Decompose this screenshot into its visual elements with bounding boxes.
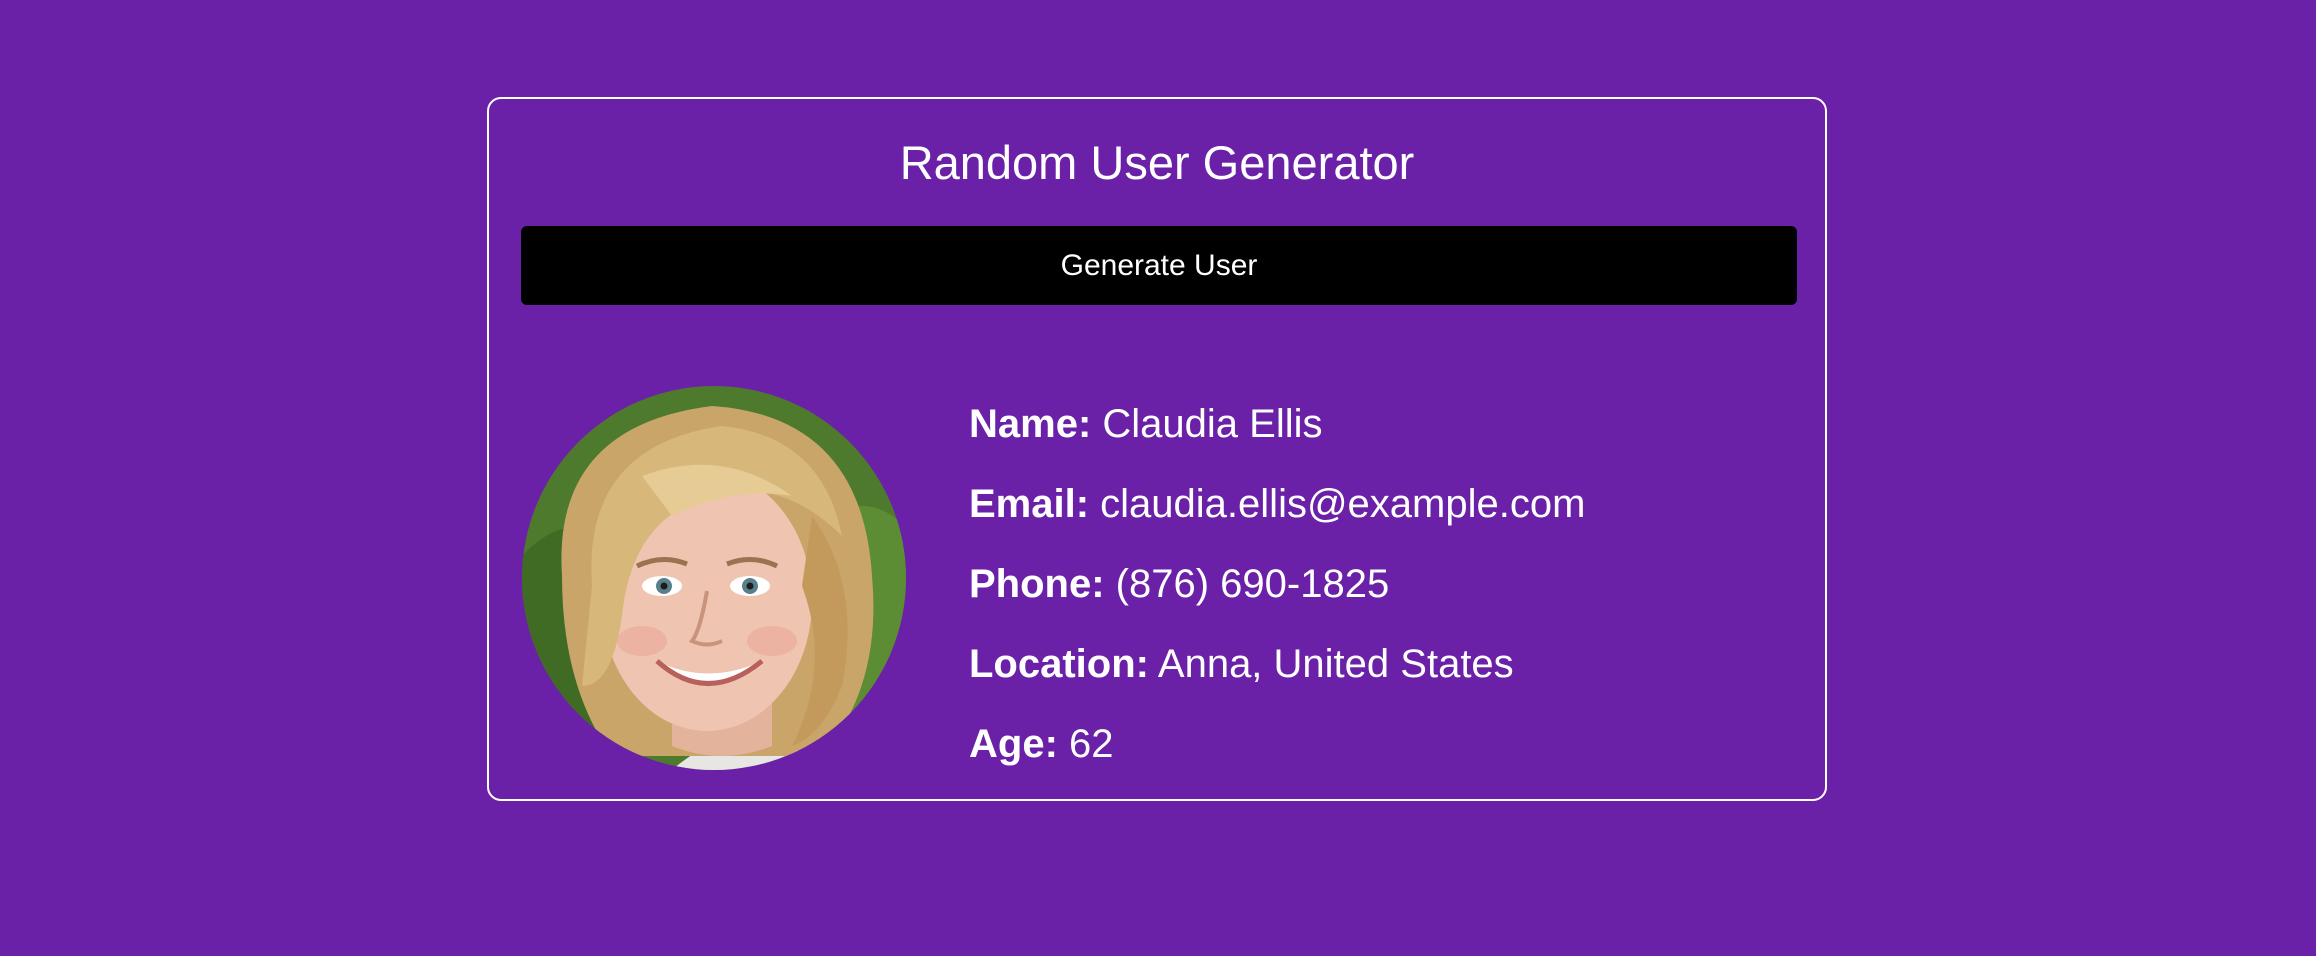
- user-portrait-photo: [522, 386, 906, 770]
- detail-value-location: Anna, United States: [1157, 642, 1514, 686]
- user-details: Name: Claudia Ellis Email: claudia.ellis…: [969, 384, 1789, 784]
- detail-value-phone: (876) 690-1825: [1115, 562, 1390, 606]
- avatar: [522, 386, 906, 770]
- detail-row-name: Name: Claudia Ellis: [969, 384, 1789, 464]
- detail-label-location: Location:: [969, 642, 1149, 686]
- detail-label-name: Name:: [969, 402, 1092, 446]
- detail-value-age: 62: [1069, 722, 1114, 766]
- generate-user-button[interactable]: Generate User: [521, 226, 1797, 305]
- detail-value-email: claudia.ellis@example.com: [1100, 482, 1586, 526]
- page: Random User Generator Generate User Name…: [0, 0, 2316, 956]
- user-card: Random User Generator Generate User Name…: [487, 97, 1827, 801]
- detail-label-age: Age:: [969, 722, 1058, 766]
- detail-row-location: Location: Anna, United States: [969, 624, 1789, 704]
- detail-value-name: Claudia Ellis: [1102, 402, 1323, 446]
- detail-row-email: Email: claudia.ellis@example.com: [969, 464, 1789, 544]
- detail-row-phone: Phone: (876) 690-1825: [969, 544, 1789, 624]
- detail-label-phone: Phone:: [969, 562, 1105, 606]
- page-title: Random User Generator: [899, 136, 1415, 189]
- detail-label-email: Email:: [969, 482, 1090, 526]
- detail-row-age: Age: 62: [969, 704, 1789, 784]
